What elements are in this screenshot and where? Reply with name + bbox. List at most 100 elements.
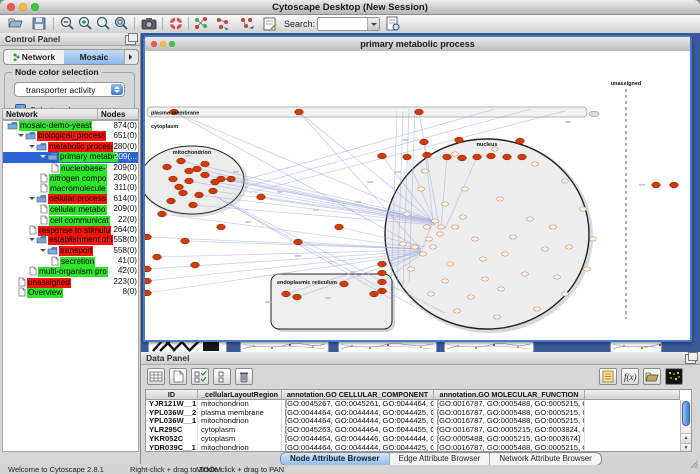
expand-arrow-icon[interactable] bbox=[29, 238, 35, 244]
network-node[interactable] bbox=[442, 202, 449, 206]
network-node-selected[interactable] bbox=[181, 238, 190, 244]
network-node-selected[interactable] bbox=[652, 182, 661, 188]
network-node[interactable] bbox=[562, 292, 569, 296]
table-cell[interactable]: YPL036W__2 bbox=[146, 409, 198, 418]
network-node[interactable] bbox=[566, 245, 573, 249]
background-window-fragment[interactable] bbox=[240, 341, 329, 352]
network-node-selected[interactable] bbox=[335, 224, 344, 230]
network-node[interactable] bbox=[482, 277, 489, 281]
destroy-network-view-button[interactable] bbox=[238, 15, 256, 32]
tree-row[interactable]: cellular process614(0) bbox=[3, 194, 138, 204]
tree-row[interactable]: macromolecule311(0) bbox=[3, 183, 138, 193]
network-node-selected[interactable] bbox=[179, 190, 188, 196]
network-node[interactable] bbox=[408, 267, 415, 271]
network-node-selected[interactable] bbox=[420, 139, 429, 145]
tab-edge-attribute-browser[interactable]: Edge Attribute Browser bbox=[390, 453, 491, 465]
table-cell[interactable]: cytoplasm bbox=[198, 426, 282, 435]
network-canvas[interactable]: plasma membranecytoplasmmitochondrionnuc… bbox=[145, 51, 690, 340]
network-node-selected[interactable] bbox=[294, 239, 303, 245]
network-node-selected[interactable] bbox=[145, 290, 151, 296]
table-column-header[interactable]: _cellularLayoutRegion bbox=[198, 390, 282, 400]
network-node-selected[interactable] bbox=[423, 152, 432, 158]
network-node-selected[interactable] bbox=[145, 278, 151, 284]
tree-row[interactable]: Overview8(0) bbox=[3, 287, 138, 297]
network-node-selected[interactable] bbox=[201, 161, 210, 167]
table-cell[interactable]: [GO:0044464, GO:0044444, GO:0044425, G..… bbox=[282, 409, 434, 418]
help-button[interactable] bbox=[167, 15, 185, 32]
tree-row[interactable]: unassigned223(0) bbox=[3, 277, 138, 287]
network-node[interactable] bbox=[447, 262, 454, 266]
network-node[interactable] bbox=[497, 197, 504, 201]
network-node-selected[interactable] bbox=[158, 211, 167, 217]
network-node-selected[interactable] bbox=[378, 153, 387, 159]
network-node-selected[interactable] bbox=[195, 192, 204, 198]
scrollbar-thumb[interactable] bbox=[682, 401, 690, 426]
network-node[interactable] bbox=[510, 235, 517, 239]
tab-network[interactable]: Network bbox=[4, 50, 64, 64]
table-cell[interactable]: [GO:0045267, GO:0045261, GO:0044464, G..… bbox=[282, 400, 434, 409]
network-node[interactable] bbox=[468, 295, 475, 299]
network-node-selected[interactable] bbox=[189, 202, 198, 208]
table-cell[interactable]: plasma membrane bbox=[198, 409, 282, 418]
table-cell[interactable]: [GO:0016787, GO:0005215, GO:0003824, G..… bbox=[434, 426, 585, 435]
network-node-selected[interactable] bbox=[487, 153, 496, 159]
expand-arrow-icon[interactable] bbox=[40, 155, 46, 161]
tree-row[interactable]: nucleobase-209(0) bbox=[3, 163, 138, 173]
network-node[interactable] bbox=[460, 215, 467, 219]
table-cell[interactable]: [GO:0044464, GO:0044444, GO:0044425, G..… bbox=[282, 417, 434, 426]
network-node[interactable] bbox=[554, 275, 561, 279]
nucleus-compartment[interactable] bbox=[385, 139, 589, 329]
network-node[interactable] bbox=[422, 169, 429, 173]
network-node[interactable] bbox=[534, 307, 541, 311]
tree-row[interactable]: multi-organism pro42(0) bbox=[3, 266, 138, 276]
scroll-up-button[interactable]: ▲ bbox=[681, 433, 691, 443]
network-node[interactable] bbox=[580, 207, 587, 211]
network-node[interactable] bbox=[432, 219, 439, 223]
tree-column-nodes[interactable]: Nodes bbox=[98, 108, 139, 120]
network-node-selected[interactable] bbox=[403, 154, 412, 160]
network-window-title-bar[interactable]: primary metabolic process bbox=[145, 37, 690, 52]
table-cell[interactable]: [GO:0044464, GO:0044444, GO:0044425, G..… bbox=[282, 444, 434, 453]
network-node[interactable] bbox=[462, 187, 469, 191]
network-node[interactable] bbox=[498, 287, 505, 291]
select-attributes-button[interactable] bbox=[191, 368, 209, 385]
open-file-button[interactable] bbox=[7, 15, 25, 32]
save-session-button[interactable] bbox=[30, 15, 48, 32]
tree-row[interactable]: nitrogen compo209(0) bbox=[3, 173, 138, 183]
zoom-out-button[interactable] bbox=[58, 15, 76, 32]
table-cell[interactable]: YPL036W__1 bbox=[146, 417, 198, 426]
tree-column-network[interactable]: Network bbox=[2, 108, 98, 120]
network-node[interactable] bbox=[527, 217, 534, 221]
scroll-down-button[interactable]: ▼ bbox=[681, 443, 691, 452]
attribute-table-button[interactable] bbox=[147, 368, 165, 385]
zoom-in-button[interactable] bbox=[76, 15, 94, 32]
network-node-selected[interactable] bbox=[257, 194, 266, 200]
network-node[interactable] bbox=[424, 225, 431, 229]
background-window-fragment[interactable] bbox=[148, 341, 227, 352]
table-cell[interactable]: [GO:0016787, GO:0005488, GO:0005215, G..… bbox=[434, 409, 585, 418]
network-node[interactable] bbox=[522, 272, 529, 276]
create-network-view-button[interactable] bbox=[214, 15, 232, 32]
network-node-selected[interactable] bbox=[473, 154, 482, 160]
network-node[interactable] bbox=[590, 237, 597, 241]
tree-row[interactable]: metabolic process280(0) bbox=[3, 142, 138, 152]
table-cell[interactable]: YDR039C__1 bbox=[146, 444, 198, 453]
network-node[interactable] bbox=[562, 179, 569, 183]
network-node[interactable] bbox=[494, 315, 501, 319]
network-node[interactable] bbox=[412, 245, 419, 249]
network-node[interactable] bbox=[542, 247, 549, 251]
network-node-selected[interactable] bbox=[177, 158, 186, 164]
tree-row[interactable]: response to stimulu264(0) bbox=[3, 225, 138, 235]
network-node-selected[interactable] bbox=[145, 266, 151, 272]
tree-row[interactable]: transport558(0) bbox=[3, 246, 138, 256]
network-node[interactable] bbox=[437, 232, 444, 236]
table-cell[interactable]: [GO:0016787, GO:0005488, GO:0005215, G..… bbox=[434, 400, 585, 409]
tree-row[interactable]: primary metabo209(... bbox=[3, 152, 138, 162]
tab-mosaic[interactable]: Mosaic bbox=[64, 50, 124, 64]
table-cell[interactable]: YKR052C bbox=[146, 435, 198, 444]
network-node-selected[interactable] bbox=[153, 254, 162, 260]
network-node[interactable] bbox=[438, 225, 445, 229]
network-node-selected[interactable] bbox=[145, 234, 151, 240]
annotation-button[interactable] bbox=[261, 15, 279, 32]
node-color-dropdown[interactable]: transporter activity bbox=[14, 82, 125, 97]
